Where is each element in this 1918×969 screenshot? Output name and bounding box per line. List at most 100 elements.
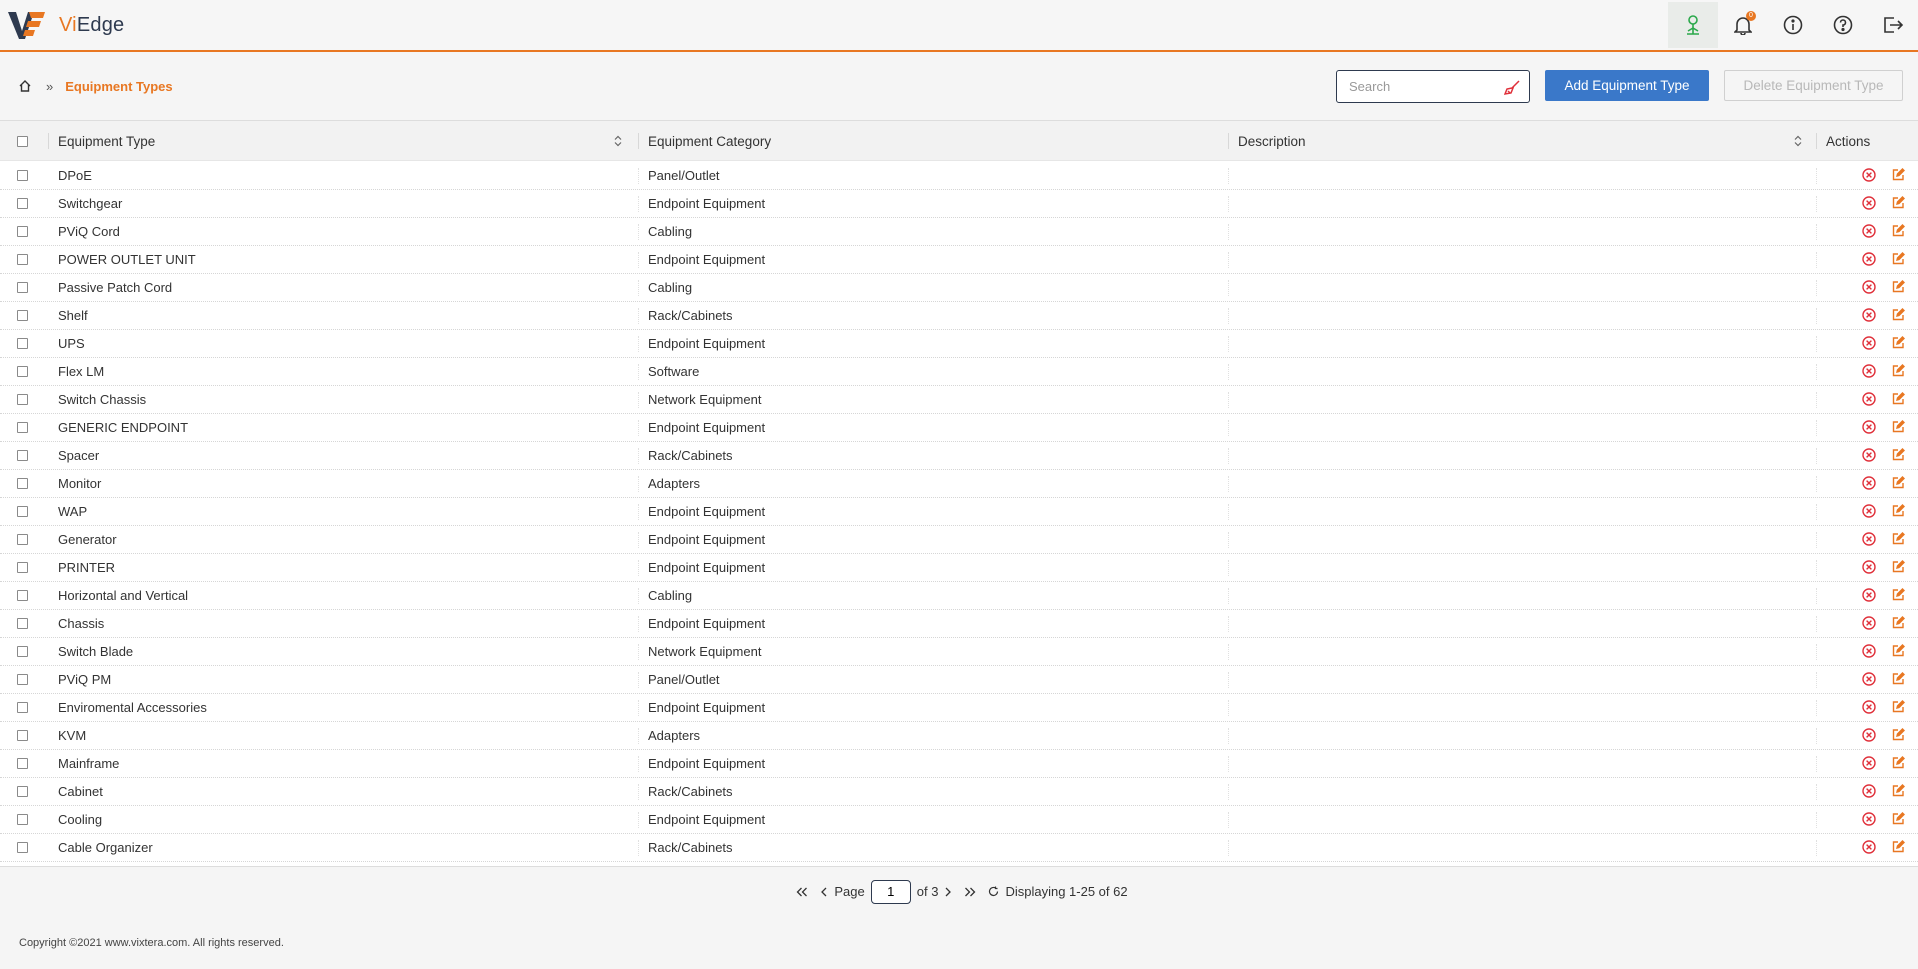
delete-row-button[interactable] <box>1862 504 1876 521</box>
table-row[interactable]: Switch Chassis Network Equipment <box>0 386 1918 414</box>
edit-row-button[interactable] <box>1892 196 1905 212</box>
row-checkbox[interactable] <box>17 338 28 349</box>
edit-row-button[interactable] <box>1892 700 1905 716</box>
table-row[interactable]: PViQ Cord Cabling <box>0 218 1918 246</box>
edit-row-button[interactable] <box>1892 504 1905 520</box>
table-row[interactable]: POWER OUTLET UNIT Endpoint Equipment <box>0 246 1918 274</box>
delete-row-button[interactable] <box>1862 784 1876 801</box>
edit-row-button[interactable] <box>1892 784 1905 800</box>
delete-equipment-type-button[interactable]: Delete Equipment Type <box>1724 70 1903 101</box>
select-all-checkbox[interactable] <box>17 135 28 147</box>
first-page-button[interactable] <box>796 887 808 897</box>
edit-row-button[interactable] <box>1892 672 1905 688</box>
delete-row-button[interactable] <box>1862 252 1876 269</box>
sort-icon[interactable] <box>614 135 622 147</box>
delete-row-button[interactable] <box>1862 840 1876 857</box>
row-checkbox[interactable] <box>17 534 28 545</box>
edit-row-button[interactable] <box>1892 336 1905 352</box>
row-checkbox[interactable] <box>17 842 28 853</box>
delete-row-button[interactable] <box>1862 364 1876 381</box>
edit-row-button[interactable] <box>1892 392 1905 408</box>
delete-row-button[interactable] <box>1862 392 1876 409</box>
sort-icon[interactable] <box>1794 135 1802 147</box>
table-row[interactable]: KVM Adapters <box>0 722 1918 750</box>
table-row[interactable]: Cooling Endpoint Equipment <box>0 806 1918 834</box>
delete-row-button[interactable] <box>1862 476 1876 493</box>
table-row[interactable]: Horizontal and Vertical Cabling <box>0 582 1918 610</box>
column-header-description[interactable]: Description <box>1238 121 1306 161</box>
delete-row-button[interactable] <box>1862 224 1876 241</box>
row-checkbox[interactable] <box>17 674 28 685</box>
edit-row-button[interactable] <box>1892 224 1905 240</box>
table-row[interactable]: WAP Endpoint Equipment <box>0 498 1918 526</box>
table-row[interactable]: Switch Blade Network Equipment <box>0 638 1918 666</box>
delete-row-button[interactable] <box>1862 644 1876 661</box>
table-row[interactable]: Flex LM Software <box>0 358 1918 386</box>
delete-row-button[interactable] <box>1862 728 1876 745</box>
table-row[interactable]: Spacer Rack/Cabinets <box>0 442 1918 470</box>
delete-row-button[interactable] <box>1862 812 1876 829</box>
add-equipment-type-button[interactable]: Add Equipment Type <box>1545 70 1709 101</box>
edit-row-button[interactable] <box>1892 560 1905 576</box>
row-checkbox[interactable] <box>17 422 28 433</box>
delete-row-button[interactable] <box>1862 616 1876 633</box>
table-row[interactable]: GENERIC ENDPOINT Endpoint Equipment <box>0 414 1918 442</box>
delete-row-button[interactable] <box>1862 280 1876 297</box>
help-button[interactable] <box>1818 2 1868 48</box>
edit-row-button[interactable] <box>1892 252 1905 268</box>
table-row[interactable]: Switchgear Endpoint Equipment <box>0 190 1918 218</box>
delete-row-button[interactable] <box>1862 672 1876 689</box>
row-checkbox[interactable] <box>17 170 28 181</box>
next-page-button[interactable] <box>944 887 952 897</box>
row-checkbox[interactable] <box>17 394 28 405</box>
table-row[interactable]: PViQ PM Panel/Outlet <box>0 666 1918 694</box>
delete-row-button[interactable] <box>1862 196 1876 213</box>
table-row[interactable]: Mainframe Endpoint Equipment <box>0 750 1918 778</box>
edit-row-button[interactable] <box>1892 168 1905 184</box>
delete-row-button[interactable] <box>1862 168 1876 185</box>
edit-row-button[interactable] <box>1892 532 1905 548</box>
row-checkbox[interactable] <box>17 702 28 713</box>
table-row[interactable]: DPoE Panel/Outlet <box>0 162 1918 190</box>
clear-filter-icon[interactable] <box>1504 79 1521 96</box>
refresh-button[interactable] <box>988 886 999 897</box>
row-checkbox[interactable] <box>17 590 28 601</box>
edit-row-button[interactable] <box>1892 812 1905 828</box>
row-checkbox[interactable] <box>17 198 28 209</box>
table-row[interactable]: Monitor Adapters <box>0 470 1918 498</box>
delete-row-button[interactable] <box>1862 532 1876 549</box>
table-row[interactable]: Enviromental Accessories Endpoint Equipme… <box>0 694 1918 722</box>
notifications-button[interactable]: 0 <box>1718 2 1768 48</box>
page-number-input[interactable] <box>870 879 911 904</box>
home-icon[interactable] <box>18 79 32 93</box>
row-checkbox[interactable] <box>17 730 28 741</box>
row-checkbox[interactable] <box>17 814 28 825</box>
edit-row-button[interactable] <box>1892 280 1905 296</box>
delete-row-button[interactable] <box>1862 588 1876 605</box>
row-checkbox[interactable] <box>17 786 28 797</box>
row-checkbox[interactable] <box>17 254 28 265</box>
row-checkbox[interactable] <box>17 226 28 237</box>
edit-row-button[interactable] <box>1892 588 1905 604</box>
table-row[interactable]: Shelf Rack/Cabinets <box>0 302 1918 330</box>
row-checkbox[interactable] <box>17 506 28 517</box>
table-row[interactable]: Passive Patch Cord Cabling <box>0 274 1918 302</box>
row-checkbox[interactable] <box>17 310 28 321</box>
info-button[interactable] <box>1768 2 1818 48</box>
table-row[interactable]: Generator Endpoint Equipment <box>0 526 1918 554</box>
row-checkbox[interactable] <box>17 758 28 769</box>
table-row[interactable]: Cabinet Rack/Cabinets <box>0 778 1918 806</box>
edit-row-button[interactable] <box>1892 448 1905 464</box>
delete-row-button[interactable] <box>1862 560 1876 577</box>
search-input[interactable] <box>1337 71 1497 102</box>
last-page-button[interactable] <box>964 887 976 897</box>
row-checkbox[interactable] <box>17 562 28 573</box>
delete-row-button[interactable] <box>1862 756 1876 773</box>
edit-row-button[interactable] <box>1892 308 1905 324</box>
delete-row-button[interactable] <box>1862 448 1876 465</box>
column-header-category[interactable]: Equipment Category <box>648 121 771 161</box>
edit-row-button[interactable] <box>1892 364 1905 380</box>
edit-row-button[interactable] <box>1892 756 1905 772</box>
app-logo[interactable]: ViEdge <box>7 9 124 41</box>
edit-row-button[interactable] <box>1892 644 1905 660</box>
